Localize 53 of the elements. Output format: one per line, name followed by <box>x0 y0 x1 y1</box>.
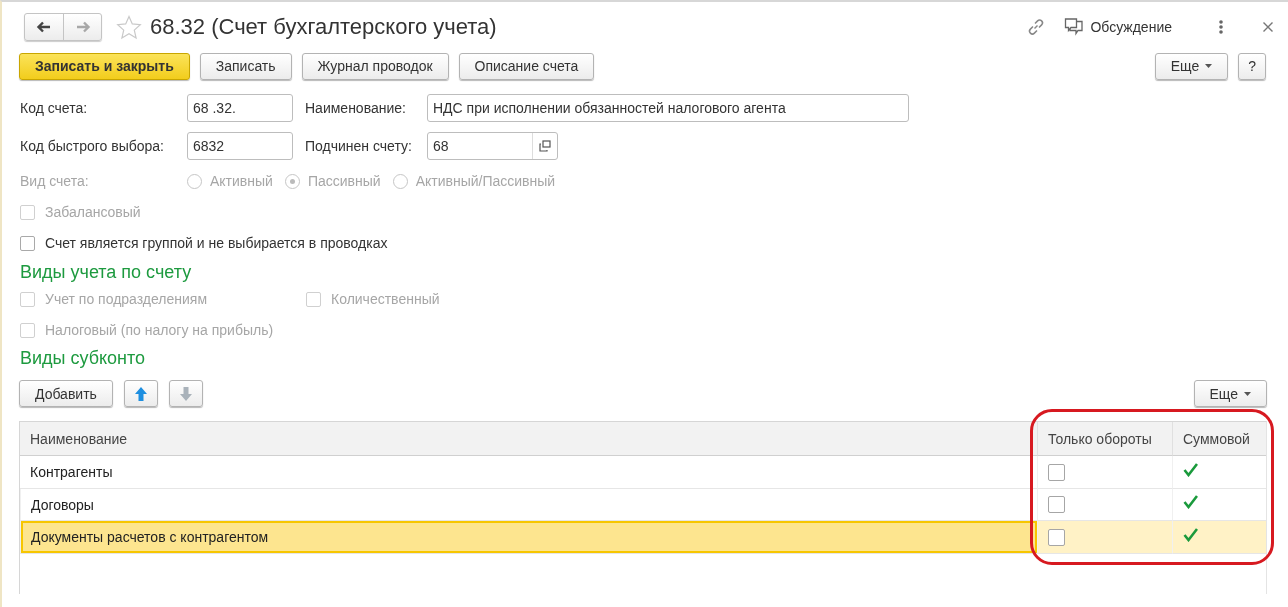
star-icon[interactable] <box>116 14 142 40</box>
help-button[interactable]: ? <box>1238 52 1266 80</box>
field-label: Код счета: <box>20 100 89 116</box>
column-header[interactable]: Только обороты <box>1037 422 1172 456</box>
right-arrow-icon <box>74 20 91 34</box>
table-cell: Контрагенты <box>20 456 1037 489</box>
left-arrow-icon <box>36 20 52 34</box>
close-icon[interactable] <box>1262 21 1274 33</box>
checkmark-icon <box>1183 461 1198 477</box>
checkbox[interactable] <box>20 235 35 251</box>
field-label: Подчинен счету: <box>305 138 413 154</box>
field-label: Вид счета: <box>20 173 90 189</box>
checkbox[interactable] <box>1048 463 1065 481</box>
field-label: Код быстрого выбора: <box>20 138 165 154</box>
checkbox[interactable] <box>1048 496 1065 513</box>
column-header[interactable]: Наименование <box>20 422 1037 456</box>
field-label: Наименование: <box>305 100 407 116</box>
up-arrow-icon <box>133 385 148 402</box>
checkbox-label: Счет является группой и не выбирается в проводках <box>45 235 388 251</box>
toolbar-button[interactable]: Записать <box>199 52 292 80</box>
radio-label: Активный/Пассивный <box>415 173 556 189</box>
save-and-close-button[interactable]: Записать и закрыть <box>19 52 190 80</box>
table-cell: Документы расчетов с контрагентом <box>20 521 1037 554</box>
input-field[interactable]: 6832 <box>187 132 293 160</box>
checkbox-label: Забалансовый <box>45 204 141 220</box>
discussion-button[interactable]: Обсуждение <box>1064 18 1172 36</box>
checkbox-label: Количественный <box>331 291 440 307</box>
checkbox[interactable] <box>1048 528 1065 546</box>
window-title: 68.32 (Счет бухгалтерского учета) <box>150 14 497 40</box>
choice-field[interactable]: 68 <box>427 132 558 160</box>
checkbox-label: Налоговый (по налогу на прибыль) <box>45 322 274 338</box>
column-header[interactable]: Суммовой <box>1172 422 1266 456</box>
more-vertical-icon[interactable] <box>1218 19 1224 35</box>
toolbar-button[interactable]: Журнал проводок <box>301 52 449 80</box>
toolbar-button[interactable]: Описание счета <box>458 52 595 80</box>
open-form-icon <box>539 140 551 152</box>
section-title: Виды учета по счету <box>20 262 192 283</box>
checkbox-label: Учет по подразделениям <box>45 291 208 307</box>
add-button[interactable]: Добавить <box>19 380 113 407</box>
input-field[interactable]: НДС при исполнении обязанностей налогового агента <box>427 94 909 122</box>
caret-icon <box>1244 391 1251 396</box>
more-button[interactable]: Еще <box>1193 380 1267 407</box>
section-title: Виды субконто <box>20 348 146 369</box>
caret-icon <box>1205 64 1213 68</box>
input-field[interactable]: 68 .32. <box>187 94 293 122</box>
radio-label: Пассивный <box>307 173 381 189</box>
more-button[interactable]: Еще <box>1154 52 1229 80</box>
move-up-button[interactable] <box>123 380 158 407</box>
radio-label: Активный <box>210 173 273 189</box>
checkmark-icon <box>1183 526 1198 542</box>
checkmark-icon <box>1183 494 1198 509</box>
down-arrow-icon <box>178 385 193 402</box>
speech-bubbles-icon <box>1064 18 1085 36</box>
